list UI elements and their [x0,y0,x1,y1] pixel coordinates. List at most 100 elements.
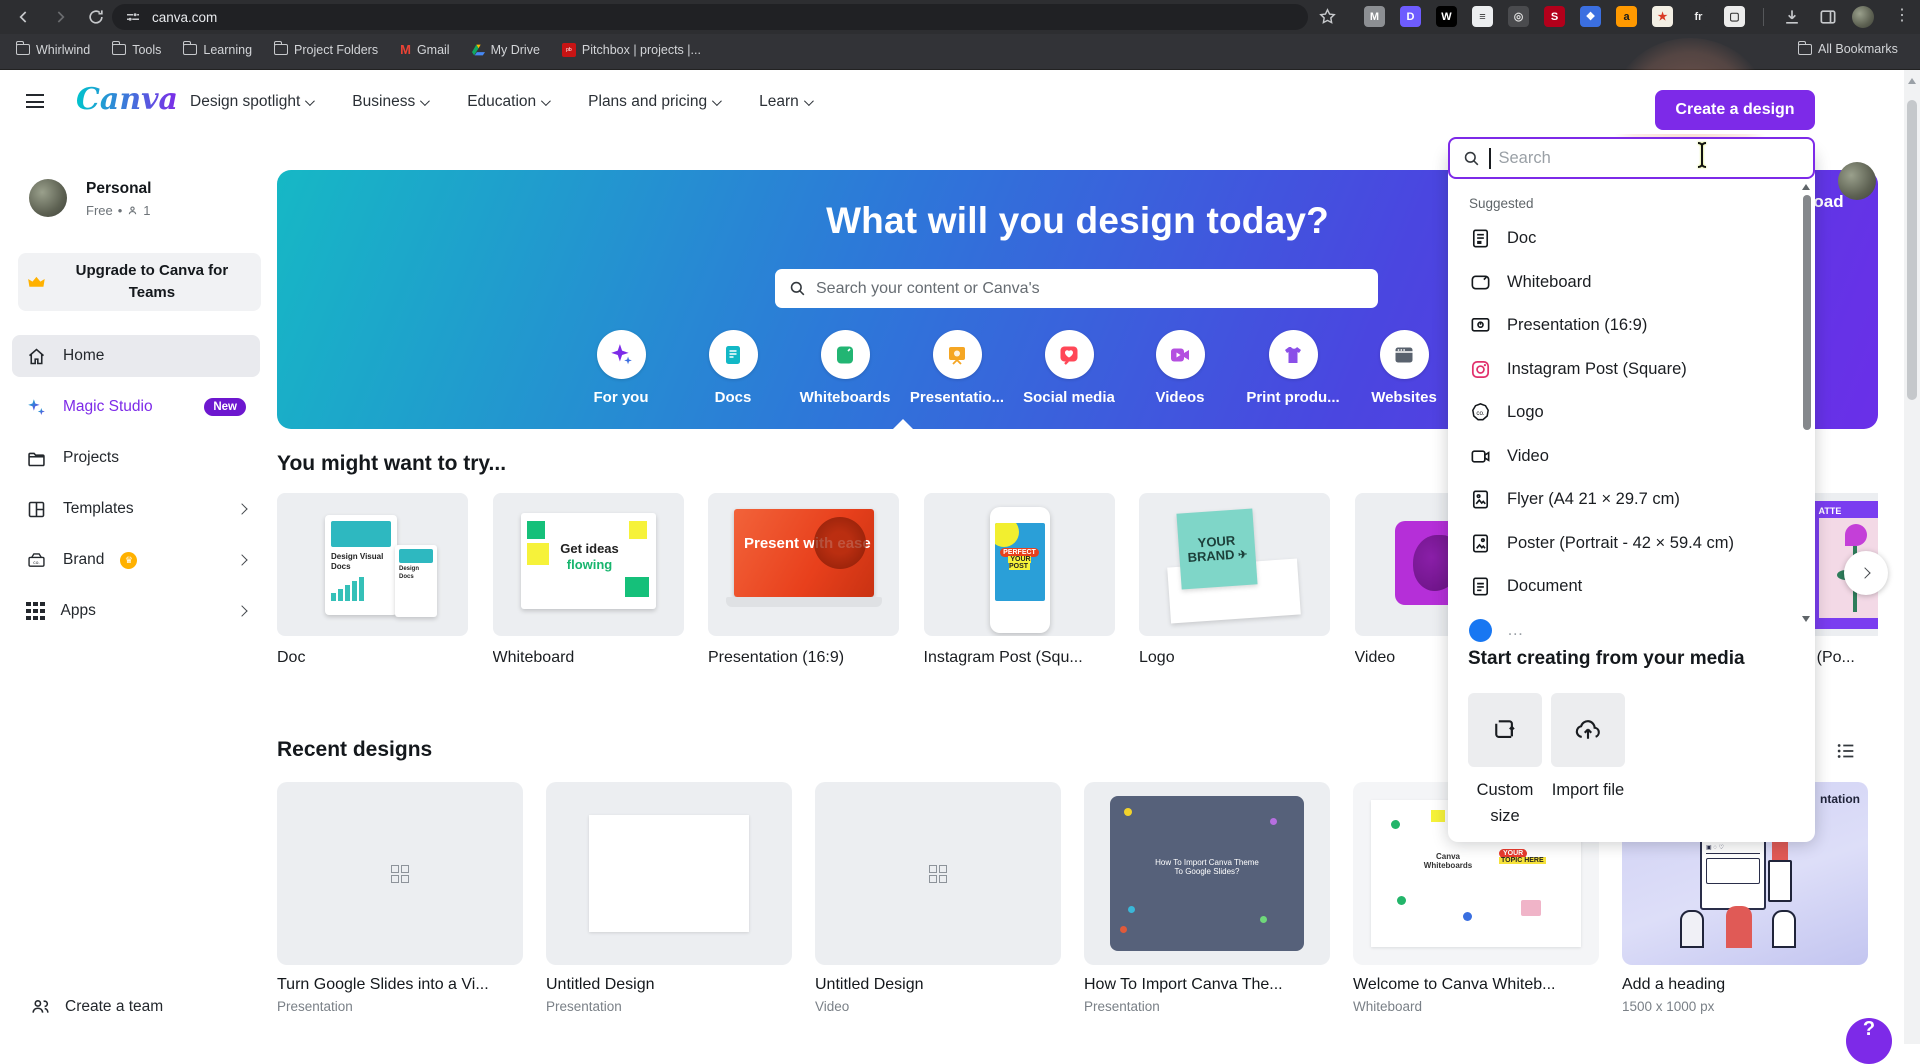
menu-item-partial[interactable]: … [1448,609,1803,653]
bookmark-folder[interactable]: Learning [183,42,252,57]
nav-design-spotlight[interactable]: Design spotlight [190,93,312,111]
try-card-logo[interactable]: YOURBRAND ✈ Logo [1139,493,1330,667]
bookmark-folder[interactable]: Tools [112,42,161,57]
nav-plans-pricing[interactable]: Plans and pricing [588,93,719,111]
downloads-icon[interactable] [1782,7,1802,27]
toolbar-divider [1763,8,1764,26]
browser-profile-avatar[interactable] [1852,6,1874,28]
nav-education[interactable]: Education [467,93,548,111]
list-view-toggle-icon[interactable] [1835,740,1857,762]
bookmark-gmail[interactable]: MGmail [400,42,450,57]
extension-icon[interactable]: ❖ [1580,6,1601,27]
site-info-icon[interactable] [124,8,142,26]
create-design-button[interactable]: Create a design [1655,90,1815,130]
hamburger-menu-icon[interactable] [26,94,44,108]
extension-icon[interactable]: ≡ [1472,6,1493,27]
menu-item-poster[interactable]: Poster (Portrait - 42 × 59.4 cm) [1448,522,1803,566]
sidebar-item-home[interactable]: Home [12,335,260,377]
try-card-presentation[interactable]: Present with ease Presentation (16:9) [708,493,899,667]
upgrade-teams-button[interactable]: Upgrade to Canva for Teams [18,253,261,311]
category-websites[interactable]: Websites [1352,330,1456,406]
help-button[interactable]: ? [1846,1018,1892,1064]
page-scrollbar[interactable] [1904,70,1920,1044]
sidebar-item-apps[interactable]: Apps [12,590,260,632]
category-for-you[interactable]: For you [569,330,673,406]
try-card-instagram-post[interactable]: PERFECTYOUR POST Instagram Post (Squ... [924,493,1115,667]
team-avatar[interactable] [29,179,67,217]
canva-logo[interactable]: Canva [76,82,178,117]
menu-item-document[interactable]: Document [1448,565,1803,609]
category-whiteboards[interactable]: Whiteboards [793,330,897,406]
extension-icon[interactable]: fr [1688,6,1709,27]
extension-icon[interactable]: ★ [1652,6,1673,27]
sidebar-item-magic-studio[interactable]: Magic Studio New [12,386,260,428]
category-print-products[interactable]: Print produ... [1241,330,1345,406]
category-videos[interactable]: Videos [1128,330,1232,406]
scrollbar-up-arrow[interactable] [1908,78,1916,84]
bookmark-drive[interactable]: My Drive [472,42,540,57]
recent-design-card[interactable]: How To Import Canva Theme To Google Slid… [1084,782,1330,1014]
extension-icon[interactable]: S [1544,6,1565,27]
bookmark-folder[interactable]: Whirlwind [16,42,90,57]
extension-icon[interactable]: M [1364,6,1385,27]
bookmark-pitchbox[interactable]: pbPitchbox | projects |... [562,42,701,57]
poster-icon [1469,532,1492,555]
all-bookmarks[interactable]: All Bookmarks [1798,42,1898,56]
sidebar-item-projects[interactable]: Projects [12,437,260,479]
extension-icon[interactable]: D [1400,6,1421,27]
forward-icon[interactable] [50,7,70,27]
create-team-button[interactable]: Create a team [30,996,163,1017]
menu-scrollbar[interactable] [1803,195,1811,430]
try-card-thumbnail: Design Visual Docs Design Docs [277,493,468,636]
page-scrollbar-thumb[interactable] [1907,100,1917,400]
nav-learn[interactable]: Learn [759,93,811,111]
extension-icon[interactable]: a [1616,6,1637,27]
menu-search-box[interactable] [1448,137,1815,179]
try-card-thumbnail: Present with ease [708,493,899,636]
category-docs[interactable]: Docs [681,330,785,406]
pitchbox-icon: pb [562,43,576,57]
extension-icon[interactable]: ▢ [1724,6,1745,27]
custom-size-tile[interactable] [1468,693,1542,767]
sidebar-item-templates[interactable]: Templates [12,488,260,530]
import-file-tile[interactable] [1551,693,1625,767]
scroll-down-arrow[interactable] [1802,616,1810,622]
recent-design-card[interactable]: Untitled Design Presentation [546,782,792,1014]
menu-search-input[interactable] [1499,149,1779,168]
menu-item-presentation[interactable]: Presentation (16:9) [1448,304,1803,348]
extension-icon[interactable]: W [1436,6,1457,27]
menu-item-instagram-post[interactable]: Instagram Post (Square) [1448,348,1803,392]
address-bar[interactable]: canva.com [112,4,1308,30]
bookmark-folder[interactable]: Project Folders [274,42,378,57]
carousel-next-button[interactable] [1844,551,1888,595]
presentation-icon [945,343,969,367]
reload-icon[interactable] [86,7,106,27]
extension-icon[interactable]: ◎ [1508,6,1529,27]
try-card-whiteboard[interactable]: Get ideasflowing Whiteboard [493,493,684,667]
menu-item-doc[interactable]: Doc [1448,217,1803,261]
menu-item-video[interactable]: Video [1448,435,1803,479]
side-panel-icon[interactable] [1818,7,1838,27]
category-presentations[interactable]: Presentatio... [905,330,1009,406]
bookmark-star-icon[interactable] [1318,7,1337,26]
recent-design-card[interactable]: Turn Google Slides into a Vi... Presenta… [277,782,523,1014]
menu-item-logo[interactable]: co. Logo [1448,391,1803,435]
url-text[interactable]: canva.com [152,10,217,25]
menu-item-flyer[interactable]: Flyer (A4 21 × 29.7 cm) [1448,478,1803,522]
placeholder-grid-icon [929,865,947,883]
hero-search-input[interactable] [816,280,1336,298]
recent-design-card[interactable]: Untitled Design Video [815,782,1061,1014]
back-icon[interactable] [14,7,34,27]
team-name[interactable]: Personal [86,180,151,198]
try-card-doc[interactable]: Design Visual Docs Design Docs Doc [277,493,468,667]
nav-business[interactable]: Business [352,93,427,111]
heart-bubble-icon [1057,343,1081,367]
hero-search-bar[interactable] [775,269,1378,308]
scroll-up-arrow[interactable] [1802,184,1810,190]
user-avatar[interactable] [1838,162,1876,200]
canva-header: Canva Design spotlight Business Educatio… [0,70,1920,134]
chrome-menu-icon[interactable]: ⋮ [1894,5,1910,25]
category-social-media[interactable]: Social media [1017,330,1121,406]
menu-item-whiteboard[interactable]: Whiteboard [1448,261,1803,305]
sidebar-item-brand[interactable]: co. Brand ♛ [12,539,260,581]
